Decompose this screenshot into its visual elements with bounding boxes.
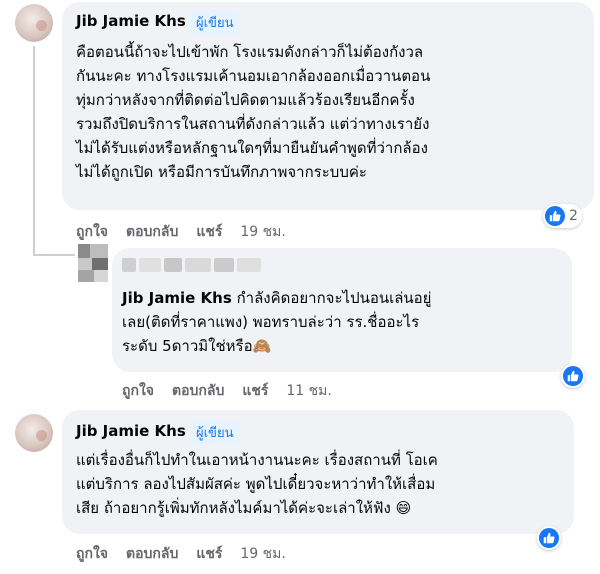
comment-text: แต่เรื่องอื่นก็ไปทำในเอาหน้างานนะคะ เรื่… <box>76 451 438 517</box>
author-badge: ผู้เขียน <box>190 420 240 445</box>
comment-text: คือตอนนี้ถ้าจะไปเข้าพัก โรงแรมดังกล่าวก็… <box>76 43 431 181</box>
reaction-summary[interactable] <box>561 364 585 388</box>
reply-button[interactable]: ตอบกลับ <box>126 543 178 565</box>
comment-author[interactable]: Jib Jamie Khs <box>76 12 186 30</box>
reaction-count: 2 <box>569 208 578 224</box>
mention-link[interactable]: Jib Jamie Khs <box>122 289 232 307</box>
comment-actions: ถูกใจ ตอบกลับ แชร์ 19 ชม. <box>76 543 286 565</box>
timestamp[interactable]: 19 ชม. <box>240 221 285 243</box>
timestamp[interactable]: 11 ชม. <box>286 380 331 402</box>
reply-button[interactable]: ตอบกลับ <box>126 221 178 243</box>
like-icon <box>563 366 583 386</box>
reply-button[interactable]: ตอบกลับ <box>172 380 224 402</box>
author-badge: ผู้เขียน <box>190 10 240 35</box>
blurred-author-name <box>122 258 261 272</box>
thread-line <box>33 46 35 256</box>
comment-author[interactable]: Jib Jamie Khs <box>76 422 186 440</box>
share-button[interactable]: แชร์ <box>242 380 268 402</box>
share-button[interactable]: แชร์ <box>196 221 222 243</box>
like-button[interactable]: ถูกใจ <box>76 221 108 243</box>
timestamp[interactable]: 19 ชม. <box>240 543 285 565</box>
reaction-summary[interactable] <box>537 526 561 550</box>
avatar[interactable] <box>15 414 53 452</box>
like-button[interactable]: ถูกใจ <box>76 543 108 565</box>
comment-text: Jib Jamie Khs กำลังคิดอยากจะไปนอนเล่นอยู… <box>122 289 432 355</box>
like-button[interactable]: ถูกใจ <box>122 380 154 402</box>
like-icon <box>539 528 559 548</box>
like-icon <box>545 206 565 226</box>
comment-actions: ถูกใจ ตอบกลับ แชร์ 19 ชม. <box>76 221 286 243</box>
share-button[interactable]: แชร์ <box>196 543 222 565</box>
comment-actions: ถูกใจ ตอบกลับ แชร์ 11 ชม. <box>122 380 332 402</box>
reaction-summary[interactable]: 2 <box>543 204 582 228</box>
thread-line <box>33 254 75 256</box>
avatar[interactable] <box>78 244 108 282</box>
avatar[interactable] <box>15 4 53 42</box>
